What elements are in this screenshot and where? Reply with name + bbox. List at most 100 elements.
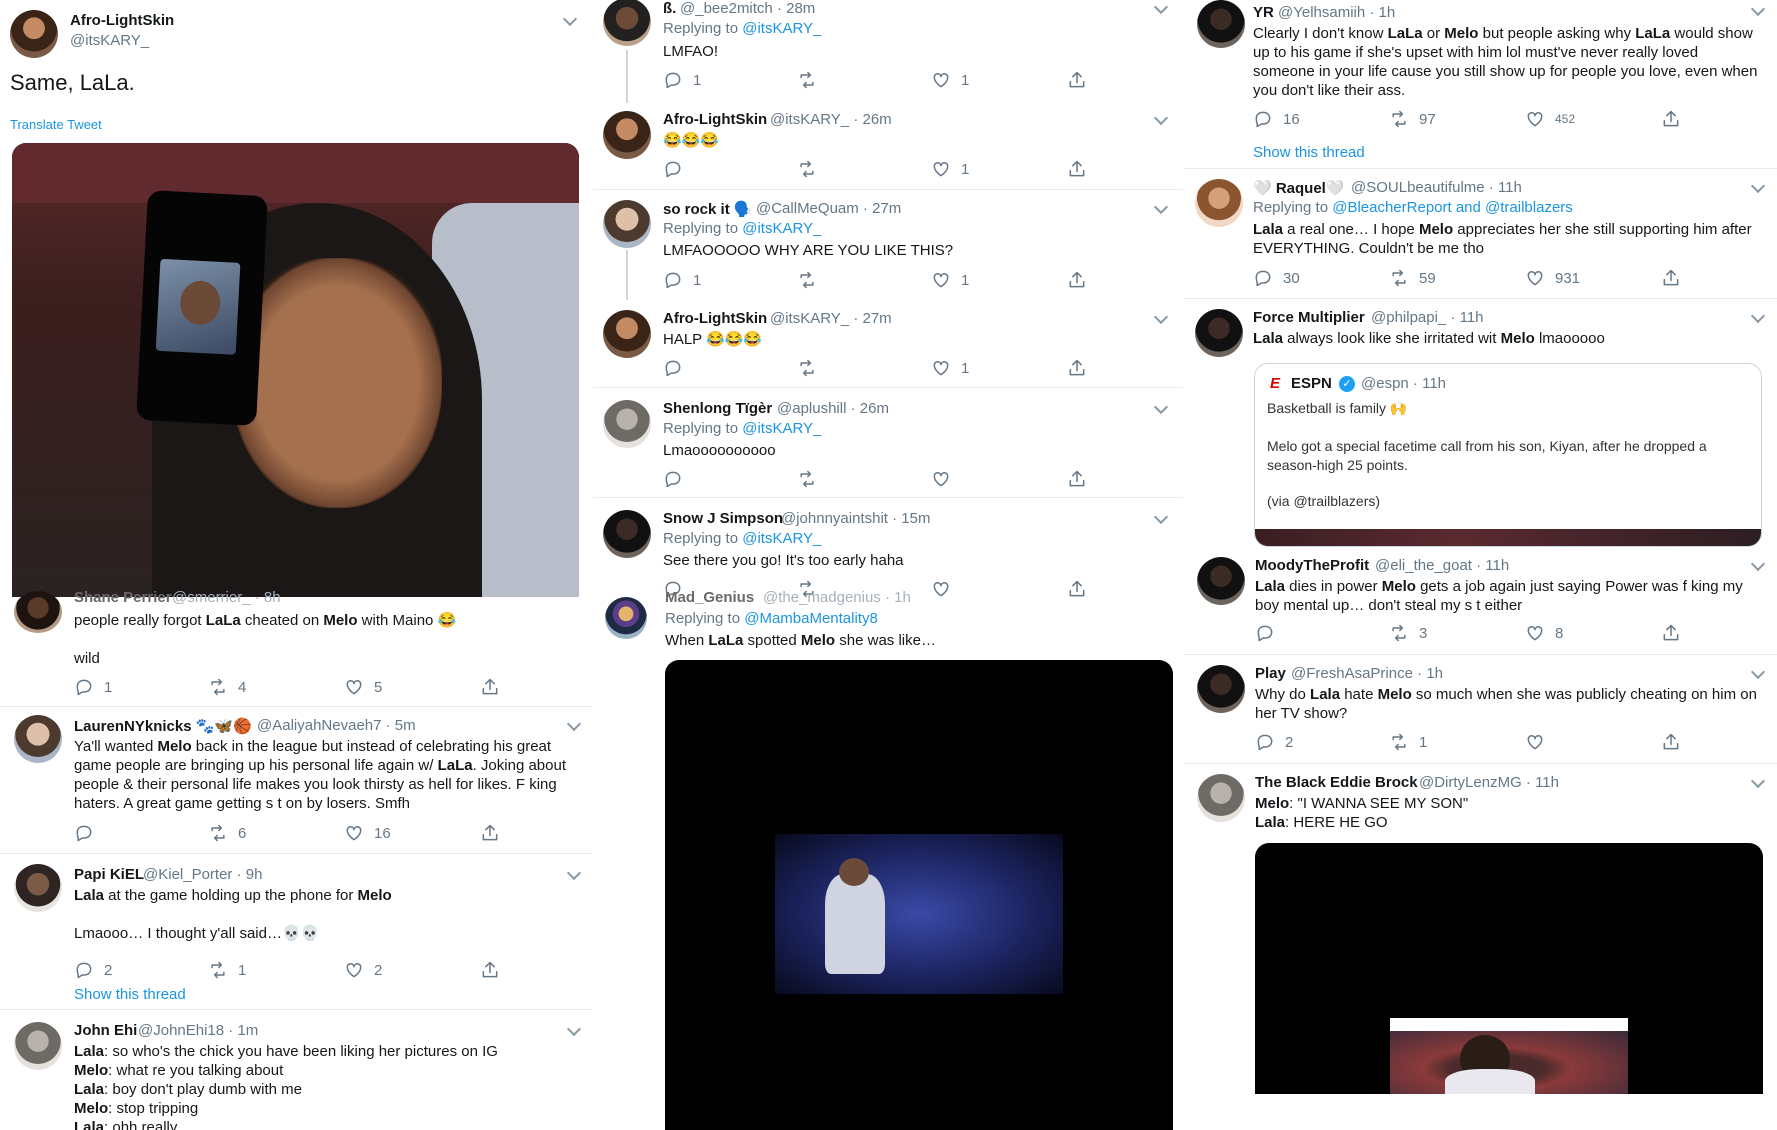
retweet-button[interactable] [797,469,827,489]
chevron-down-icon[interactable] [1153,110,1169,126]
like-button[interactable]: 5 [344,677,382,697]
chevron-down-icon[interactable] [1750,1,1766,17]
reply-tweet[interactable]: ß. @_bee2mitch · 28m Replying to @itsKAR… [593,0,1183,105]
reply-tweet[interactable]: Shane Perrier @smerrier_ · 8h people rea… [0,589,593,707]
share-button[interactable] [1067,579,1097,599]
author-handle[interactable]: @the_madgenius · 1h [763,589,911,606]
reply-button[interactable]: 2 [74,960,112,980]
chevron-down-icon[interactable] [1153,0,1169,15]
author-name[interactable]: Shane Perrier [74,589,172,606]
like-button[interactable]: 1 [931,358,969,378]
avatar[interactable] [603,310,651,358]
author-handle[interactable]: @eli_the_goat · 11h [1375,557,1509,574]
author-handle[interactable]: @DirtyLenzMG · 11h [1419,774,1559,791]
avatar[interactable] [605,597,647,639]
author-handle[interactable]: @johnnyaintshit · 15m [781,510,930,527]
retweet-button[interactable]: 6 [208,823,246,843]
chevron-down-icon[interactable] [1153,509,1169,525]
author-name[interactable]: Afro-LightSkin [70,12,174,29]
retweet-button[interactable] [797,358,827,378]
retweet-button[interactable]: 59 [1389,268,1436,288]
avatar[interactable] [603,0,651,46]
chevron-down-icon[interactable] [1153,309,1169,325]
reply-tweet[interactable]: Afro-LightSkin @itsKARY_ · 26m 😂😂😂 1 [593,103,1183,190]
translate-link[interactable]: Translate Tweet [10,117,102,132]
reply-button[interactable] [663,469,693,489]
avatar[interactable] [1195,309,1243,357]
retweet-button[interactable] [797,70,827,90]
chevron-down-icon[interactable] [1750,664,1766,680]
author-handle[interactable]: @smerrier_ · 8h [172,589,281,606]
like-button[interactable] [1525,732,1555,752]
mention-link[interactable]: @itsKARY_ [742,420,821,437]
author-name[interactable]: Papi KiEL [74,866,144,883]
like-button[interactable]: 1 [931,159,969,179]
reply-tweet[interactable]: YR @Yelhsamiih · 1h Clearly I don't know… [1183,0,1777,169]
reply-button[interactable]: 1 [663,270,701,290]
reply-tweet[interactable]: Papi KiEL @Kiel_Porter · 9h Lala at the … [0,854,593,1010]
main-tweet[interactable]: Afro-LightSkin @itsKARY_ Same, LaLa. Tra… [0,0,593,600]
reply-tweet[interactable]: Play @FreshAsaPrince · 1h Why do Lala ha… [1183,655,1777,764]
chevron-down-icon[interactable] [566,865,582,881]
retweet-button[interactable]: 97 [1389,109,1436,129]
author-name[interactable]: ß. [663,0,676,17]
share-button[interactable] [1661,268,1691,288]
author-handle[interactable]: @JohnEhi18 · 1m [138,1022,258,1039]
author-handle[interactable]: @aplushill · 26m [777,400,889,417]
retweet-button[interactable] [797,159,827,179]
author-name[interactable]: LaurenNYknicks 🐾🦋🏀 [74,717,252,735]
author-name[interactable]: Shenlong Tïgèr [663,400,772,417]
author-name[interactable]: John Ehi [74,1022,137,1039]
author-name[interactable]: Snow J Simpson [663,510,783,527]
mention-link[interactable]: @itsKARY_ [742,530,821,547]
chevron-down-icon[interactable] [1750,556,1766,572]
author-name[interactable]: Mad_Genius [665,589,754,606]
share-button[interactable] [480,677,510,697]
author-handle[interactable]: @SOULbeautifulme · 11h [1351,179,1522,196]
mention-link[interactable]: @MambaMentality8 [744,610,878,627]
like-button[interactable]: 8 [1525,623,1563,643]
author-handle[interactable]: @_bee2mitch · 28m [680,0,815,17]
tweet-video[interactable] [665,660,1173,1130]
mention-link[interactable]: @itsKARY_ [742,20,821,37]
author-handle[interactable]: @itsKARY_ · 27m [770,310,892,327]
avatar[interactable] [1197,774,1245,822]
reply-tweet[interactable]: 🤍 Raquel🤍 @SOULbeautifulme · 11h Replyin… [1183,169,1777,299]
avatar[interactable] [14,1022,62,1070]
avatar[interactable] [1197,557,1245,605]
share-button[interactable] [480,823,510,843]
author-name[interactable]: Force Multiplier [1253,309,1365,326]
tweet-photo[interactable] [12,143,579,598]
avatar[interactable] [1197,0,1245,48]
reply-button[interactable]: 1 [663,70,701,90]
reply-button[interactable]: 16 [1253,109,1300,129]
reply-tweet[interactable]: Force Multiplier @philpapi_ · 11h Lala a… [1183,299,1777,549]
avatar[interactable] [603,510,651,558]
reply-button[interactable]: 30 [1253,268,1300,288]
author-name[interactable]: Afro-LightSkin [663,310,767,327]
reply-tweet[interactable]: Afro-LightSkin @itsKARY_ · 27m HALP 😂😂😂 … [593,300,1183,388]
share-button[interactable] [480,960,510,980]
share-button[interactable] [1661,109,1691,129]
author-name[interactable]: Play [1255,665,1286,682]
reply-tweet[interactable]: so rock it 🗣️ @CallMeQuam · 27m Replying… [593,190,1183,302]
reply-button[interactable] [1255,623,1285,643]
author-handle[interactable]: @itsKARY_ [70,32,149,49]
chevron-down-icon[interactable] [1153,399,1169,415]
like-button[interactable]: 452 [1525,109,1575,129]
reply-tweet[interactable]: Snow J Simpson @johnnyaintshit · 15m Rep… [593,498,1183,598]
chevron-down-icon[interactable] [1750,308,1766,324]
retweet-button[interactable] [797,270,827,290]
avatar[interactable] [1195,179,1243,227]
like-button[interactable]: 2 [344,960,382,980]
share-button[interactable] [1067,159,1097,179]
avatar[interactable] [603,111,651,159]
avatar[interactable] [603,400,651,448]
quoted-media[interactable] [1255,529,1761,546]
author-name[interactable]: so rock it 🗣️ [663,200,753,218]
retweet-button[interactable]: 1 [1389,732,1427,752]
author-name[interactable]: The Black Eddie Brock [1255,774,1418,791]
avatar[interactable] [10,10,58,58]
reply-button[interactable]: 2 [1255,732,1293,752]
author-name[interactable]: MoodyTheProfit [1255,557,1369,574]
